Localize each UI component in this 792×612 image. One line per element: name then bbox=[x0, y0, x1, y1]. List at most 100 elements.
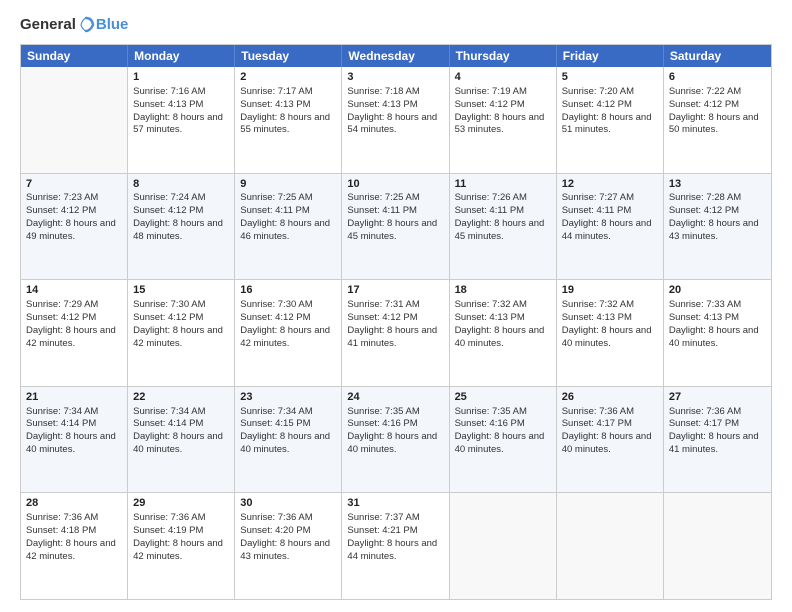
empty-cell-r4c6 bbox=[664, 493, 771, 599]
day-number: 6 bbox=[669, 70, 766, 85]
day-cell-15: 15Sunrise: 7:30 AMSunset: 4:12 PMDayligh… bbox=[128, 280, 235, 386]
sunrise-text: Sunrise: 7:35 AM bbox=[455, 406, 551, 419]
sunrise-text: Sunrise: 7:28 AM bbox=[669, 192, 766, 205]
sunrise-text: Sunrise: 7:32 AM bbox=[562, 299, 658, 312]
daylight-text: Daylight: 8 hours and 50 minutes. bbox=[669, 112, 766, 138]
sunrise-text: Sunrise: 7:25 AM bbox=[240, 192, 336, 205]
sunset-text: Sunset: 4:15 PM bbox=[240, 418, 336, 431]
sunrise-text: Sunrise: 7:19 AM bbox=[455, 86, 551, 99]
day-cell-21: 21Sunrise: 7:34 AMSunset: 4:14 PMDayligh… bbox=[21, 387, 128, 493]
daylight-text: Daylight: 8 hours and 40 minutes. bbox=[455, 325, 551, 351]
sunrise-text: Sunrise: 7:36 AM bbox=[240, 512, 336, 525]
calendar-row-3: 14Sunrise: 7:29 AMSunset: 4:12 PMDayligh… bbox=[21, 279, 771, 386]
sunset-text: Sunset: 4:16 PM bbox=[347, 418, 443, 431]
sunset-text: Sunset: 4:13 PM bbox=[669, 312, 766, 325]
daylight-text: Daylight: 8 hours and 53 minutes. bbox=[455, 112, 551, 138]
weekday-header-monday: Monday bbox=[128, 45, 235, 67]
day-cell-29: 29Sunrise: 7:36 AMSunset: 4:19 PMDayligh… bbox=[128, 493, 235, 599]
daylight-text: Daylight: 8 hours and 43 minutes. bbox=[669, 218, 766, 244]
sunrise-text: Sunrise: 7:37 AM bbox=[347, 512, 443, 525]
sunrise-text: Sunrise: 7:26 AM bbox=[455, 192, 551, 205]
day-number: 10 bbox=[347, 177, 443, 192]
daylight-text: Daylight: 8 hours and 55 minutes. bbox=[240, 112, 336, 138]
daylight-text: Daylight: 8 hours and 41 minutes. bbox=[669, 431, 766, 457]
sunset-text: Sunset: 4:12 PM bbox=[133, 312, 229, 325]
day-cell-8: 8Sunrise: 7:24 AMSunset: 4:12 PMDaylight… bbox=[128, 174, 235, 280]
weekday-header-friday: Friday bbox=[557, 45, 664, 67]
day-number: 29 bbox=[133, 496, 229, 511]
day-number: 9 bbox=[240, 177, 336, 192]
day-number: 20 bbox=[669, 283, 766, 298]
weekday-header-thursday: Thursday bbox=[450, 45, 557, 67]
sunset-text: Sunset: 4:13 PM bbox=[562, 312, 658, 325]
day-number: 4 bbox=[455, 70, 551, 85]
day-cell-13: 13Sunrise: 7:28 AMSunset: 4:12 PMDayligh… bbox=[664, 174, 771, 280]
sunrise-text: Sunrise: 7:34 AM bbox=[240, 406, 336, 419]
day-number: 11 bbox=[455, 177, 551, 192]
calendar: SundayMondayTuesdayWednesdayThursdayFrid… bbox=[20, 44, 772, 600]
day-cell-22: 22Sunrise: 7:34 AMSunset: 4:14 PMDayligh… bbox=[128, 387, 235, 493]
sunset-text: Sunset: 4:16 PM bbox=[455, 418, 551, 431]
day-cell-18: 18Sunrise: 7:32 AMSunset: 4:13 PMDayligh… bbox=[450, 280, 557, 386]
day-number: 12 bbox=[562, 177, 658, 192]
empty-cell-r4c4 bbox=[450, 493, 557, 599]
sunrise-text: Sunrise: 7:16 AM bbox=[133, 86, 229, 99]
weekday-header-wednesday: Wednesday bbox=[342, 45, 449, 67]
day-cell-2: 2Sunrise: 7:17 AMSunset: 4:13 PMDaylight… bbox=[235, 67, 342, 173]
header: General Blue GeneralBlue bbox=[20, 16, 772, 34]
daylight-text: Daylight: 8 hours and 57 minutes. bbox=[133, 112, 229, 138]
sunrise-text: Sunrise: 7:30 AM bbox=[240, 299, 336, 312]
calendar-row-5: 28Sunrise: 7:36 AMSunset: 4:18 PMDayligh… bbox=[21, 492, 771, 599]
sunset-text: Sunset: 4:13 PM bbox=[240, 99, 336, 112]
daylight-text: Daylight: 8 hours and 45 minutes. bbox=[347, 218, 443, 244]
daylight-text: Daylight: 8 hours and 44 minutes. bbox=[562, 218, 658, 244]
sunset-text: Sunset: 4:12 PM bbox=[562, 99, 658, 112]
day-number: 14 bbox=[26, 283, 122, 298]
sunrise-text: Sunrise: 7:30 AM bbox=[133, 299, 229, 312]
sunrise-text: Sunrise: 7:17 AM bbox=[240, 86, 336, 99]
sunset-text: Sunset: 4:12 PM bbox=[669, 99, 766, 112]
calendar-header: SundayMondayTuesdayWednesdayThursdayFrid… bbox=[21, 45, 771, 67]
sunset-text: Sunset: 4:12 PM bbox=[26, 312, 122, 325]
sunrise-text: Sunrise: 7:36 AM bbox=[669, 406, 766, 419]
sunset-text: Sunset: 4:12 PM bbox=[133, 205, 229, 218]
sunrise-text: Sunrise: 7:36 AM bbox=[562, 406, 658, 419]
day-number: 7 bbox=[26, 177, 122, 192]
daylight-text: Daylight: 8 hours and 49 minutes. bbox=[26, 218, 122, 244]
sunrise-text: Sunrise: 7:22 AM bbox=[669, 86, 766, 99]
sunrise-text: Sunrise: 7:32 AM bbox=[455, 299, 551, 312]
sunset-text: Sunset: 4:11 PM bbox=[562, 205, 658, 218]
day-number: 1 bbox=[133, 70, 229, 85]
day-cell-16: 16Sunrise: 7:30 AMSunset: 4:12 PMDayligh… bbox=[235, 280, 342, 386]
day-number: 18 bbox=[455, 283, 551, 298]
sunrise-text: Sunrise: 7:29 AM bbox=[26, 299, 122, 312]
daylight-text: Daylight: 8 hours and 40 minutes. bbox=[133, 431, 229, 457]
day-number: 24 bbox=[347, 390, 443, 405]
sunset-text: Sunset: 4:12 PM bbox=[669, 205, 766, 218]
day-cell-7: 7Sunrise: 7:23 AMSunset: 4:12 PMDaylight… bbox=[21, 174, 128, 280]
day-cell-25: 25Sunrise: 7:35 AMSunset: 4:16 PMDayligh… bbox=[450, 387, 557, 493]
sunset-text: Sunset: 4:14 PM bbox=[133, 418, 229, 431]
day-number: 5 bbox=[562, 70, 658, 85]
day-cell-11: 11Sunrise: 7:26 AMSunset: 4:11 PMDayligh… bbox=[450, 174, 557, 280]
day-cell-20: 20Sunrise: 7:33 AMSunset: 4:13 PMDayligh… bbox=[664, 280, 771, 386]
day-cell-24: 24Sunrise: 7:35 AMSunset: 4:16 PMDayligh… bbox=[342, 387, 449, 493]
daylight-text: Daylight: 8 hours and 40 minutes. bbox=[240, 431, 336, 457]
weekday-header-sunday: Sunday bbox=[21, 45, 128, 67]
sunset-text: Sunset: 4:14 PM bbox=[26, 418, 122, 431]
empty-cell-r0c0 bbox=[21, 67, 128, 173]
day-cell-31: 31Sunrise: 7:37 AMSunset: 4:21 PMDayligh… bbox=[342, 493, 449, 599]
day-cell-23: 23Sunrise: 7:34 AMSunset: 4:15 PMDayligh… bbox=[235, 387, 342, 493]
calendar-row-1: 1Sunrise: 7:16 AMSunset: 4:13 PMDaylight… bbox=[21, 67, 771, 173]
sunset-text: Sunset: 4:11 PM bbox=[240, 205, 336, 218]
day-cell-6: 6Sunrise: 7:22 AMSunset: 4:12 PMDaylight… bbox=[664, 67, 771, 173]
daylight-text: Daylight: 8 hours and 46 minutes. bbox=[240, 218, 336, 244]
day-cell-1: 1Sunrise: 7:16 AMSunset: 4:13 PMDaylight… bbox=[128, 67, 235, 173]
day-cell-9: 9Sunrise: 7:25 AMSunset: 4:11 PMDaylight… bbox=[235, 174, 342, 280]
daylight-text: Daylight: 8 hours and 48 minutes. bbox=[133, 218, 229, 244]
sunrise-text: Sunrise: 7:35 AM bbox=[347, 406, 443, 419]
day-number: 23 bbox=[240, 390, 336, 405]
sunrise-text: Sunrise: 7:20 AM bbox=[562, 86, 658, 99]
day-cell-26: 26Sunrise: 7:36 AMSunset: 4:17 PMDayligh… bbox=[557, 387, 664, 493]
sunrise-text: Sunrise: 7:36 AM bbox=[133, 512, 229, 525]
